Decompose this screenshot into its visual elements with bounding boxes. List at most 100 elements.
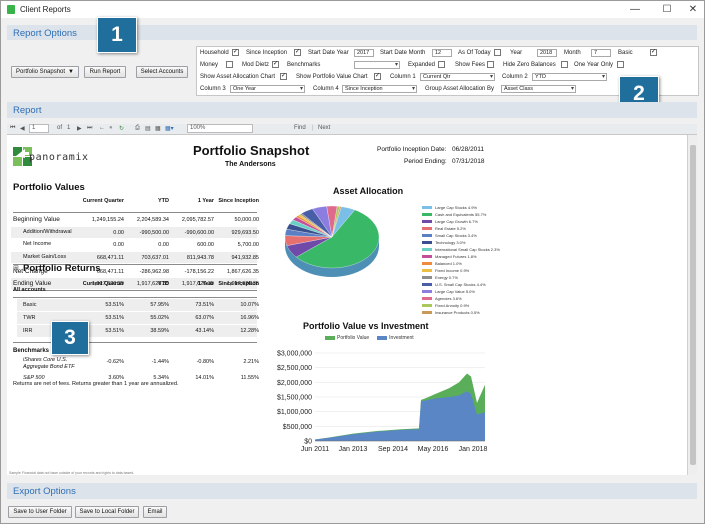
close-button[interactable]: ✕ [682, 1, 704, 18]
callout-one: 1 [97, 17, 137, 53]
save-to-user-folder-button[interactable]: Save to User Folder [8, 506, 72, 518]
asset-allocation-chart [284, 205, 380, 277]
column4-dropdown[interactable]: Since Inception [342, 85, 417, 93]
legend-item: International Small Cap Stocks 2.3% [422, 247, 500, 252]
legend-label-investment: Investment [389, 335, 414, 341]
run-report-button[interactable]: Run Report [84, 66, 126, 78]
legend-swatch [422, 255, 432, 258]
export-options-bar[interactable]: Export Options [7, 483, 697, 499]
area-chart-legend: Portfolio Value Investment [325, 335, 414, 341]
layout-icon[interactable]: ▦ [155, 125, 161, 132]
email-button[interactable]: Email [143, 506, 167, 518]
column1-dropdown[interactable]: Current Qtr [420, 73, 495, 81]
one-year-only-checkbox[interactable] [617, 61, 624, 68]
legend-swatch [422, 241, 432, 244]
pv-cell: 1,867,626.35 [226, 269, 259, 275]
report-page: panoramix Portfolio Snapshot The Anderso… [7, 135, 687, 475]
show-fees-checkbox[interactable] [487, 61, 494, 68]
refresh-icon[interactable]: ↻ [119, 125, 124, 132]
save-icon[interactable]: ▦▾ [165, 125, 174, 132]
expanded-checkbox[interactable] [438, 61, 445, 68]
next-page-icon[interactable]: ▶ [77, 125, 82, 132]
mod-dietz-checkbox[interactable]: ✓ [272, 61, 279, 68]
legend-swatch [422, 276, 432, 279]
show-portfolio-value-chart-label: Show Portfolio Value Chart [296, 74, 368, 80]
prev-page-icon[interactable]: ◀ [20, 125, 25, 132]
legend-item: U.S. Small Cap Stocks 4.4% [422, 282, 486, 287]
legend-item: Fixed Income 0.9% [422, 268, 469, 273]
app-icon [7, 5, 15, 14]
pv-cell: 2,095,782.57 [181, 217, 214, 223]
legend-label: Insurance Products 0.5% [435, 310, 480, 315]
legend-label: Fixed Annuity 0.9% [435, 303, 470, 308]
pv-cell: 5,700.00 [237, 242, 259, 248]
last-page-icon[interactable]: ⏭ [87, 125, 92, 132]
start-date-month-input[interactable]: 12 [432, 49, 452, 57]
x-tick-label: May 2016 [418, 446, 449, 453]
pr-cell: 73.51% [195, 302, 214, 308]
month-input[interactable]: 7 [591, 49, 611, 57]
legend-item: Real Estate 5.2% [422, 226, 466, 231]
report-bar[interactable]: Report [7, 102, 697, 118]
report-title: Report [13, 105, 42, 116]
expand-returns-icon[interactable]: ⊞ [13, 264, 19, 272]
of-label: of [57, 125, 63, 131]
hide-zero-balances-checkbox[interactable] [561, 61, 568, 68]
since-inception-checkbox[interactable]: ✓ [294, 49, 301, 56]
pv-cell: 0.00 [113, 242, 124, 248]
pv-cell: 0.00 [113, 230, 124, 236]
scrollbar-thumb[interactable] [690, 145, 696, 465]
month-label: Month [564, 50, 581, 56]
select-accounts-button[interactable]: Select Accounts [136, 66, 188, 78]
stop-icon[interactable]: ● [109, 125, 113, 131]
find-next-button[interactable]: Next [318, 125, 330, 131]
expanded-label: Expanded [408, 62, 436, 68]
legend-swatch [422, 262, 432, 265]
one-year-only-label: One Year Only [574, 62, 614, 68]
legend-swatch [422, 290, 432, 293]
page-number-input[interactable]: 1 [29, 124, 49, 133]
x-tick-label: Sep 2014 [378, 446, 408, 453]
pv-cell: 668,471.11 [96, 255, 124, 261]
year-input[interactable]: 2018 [537, 49, 557, 57]
legend-swatch [422, 220, 432, 223]
show-asset-allocation-chart-checkbox[interactable]: ✓ [280, 73, 287, 80]
pv-cell: 0.00 [158, 242, 169, 248]
page-setup-icon[interactable]: ▤ [145, 125, 151, 132]
money-checkbox[interactable] [226, 61, 233, 68]
as-of-today-checkbox[interactable] [494, 49, 501, 56]
y-tick-label: $2,500,000 [277, 365, 312, 372]
column2-dropdown[interactable]: YTD [532, 73, 607, 81]
legend-item: Fixed Annuity 0.9% [422, 303, 469, 308]
first-page-icon[interactable]: ⏮ [10, 125, 15, 132]
group-by-dropdown[interactable]: Asset Class [501, 85, 576, 93]
zoom-dropdown[interactable]: 100% [187, 124, 253, 133]
benchmarks-dropdown[interactable] [354, 61, 400, 69]
column3-dropdown[interactable]: One Year [230, 85, 305, 93]
start-date-year-input[interactable]: 2017 [354, 49, 374, 57]
report-title-heading: Portfolio Snapshot [193, 143, 310, 158]
viewer-toolbar: ⏮ ◀ 1 of 1 ▶ ⏭ ← ● ↻ ⎙ ▤ ▦ ▦▾ 100% Find … [7, 124, 697, 135]
print-icon[interactable]: ⎙ [135, 125, 140, 132]
back-icon[interactable]: ← [99, 125, 105, 131]
basic-checkbox[interactable]: ✓ [650, 49, 657, 56]
minimize-button[interactable]: — [624, 1, 646, 18]
portfolio-value-chart: $0 $500,000 $1,000,000 $1,500,000 $2,000,000… [277, 351, 488, 454]
export-options-title: Export Options [13, 486, 76, 497]
report-scrollbar[interactable] [687, 135, 697, 475]
benchmarks-label: Benchmarks [287, 62, 321, 68]
pv-header: Current Quarter [82, 198, 124, 204]
save-to-local-folder-button[interactable]: Save to Local Folder [75, 506, 139, 518]
household-checkbox[interactable]: ✓ [232, 49, 239, 56]
pr-header: 1 Year [197, 281, 214, 287]
maximize-button[interactable]: ☐ [656, 1, 678, 18]
pv-header: Since Inception [218, 198, 259, 204]
report-type-dropdown[interactable]: Portfolio Snapshot ▼ [11, 66, 79, 78]
benchmark-cell: 11.55% [240, 375, 259, 381]
legend-swatch [422, 304, 432, 307]
find-button[interactable]: Find [294, 125, 306, 131]
y-tick-label: $1,500,000 [277, 395, 312, 402]
since-inception-label: Since Inception [246, 50, 288, 56]
y-tick-label: $1,000,000 [277, 409, 312, 416]
show-portfolio-value-chart-checkbox[interactable]: ✓ [374, 73, 381, 80]
